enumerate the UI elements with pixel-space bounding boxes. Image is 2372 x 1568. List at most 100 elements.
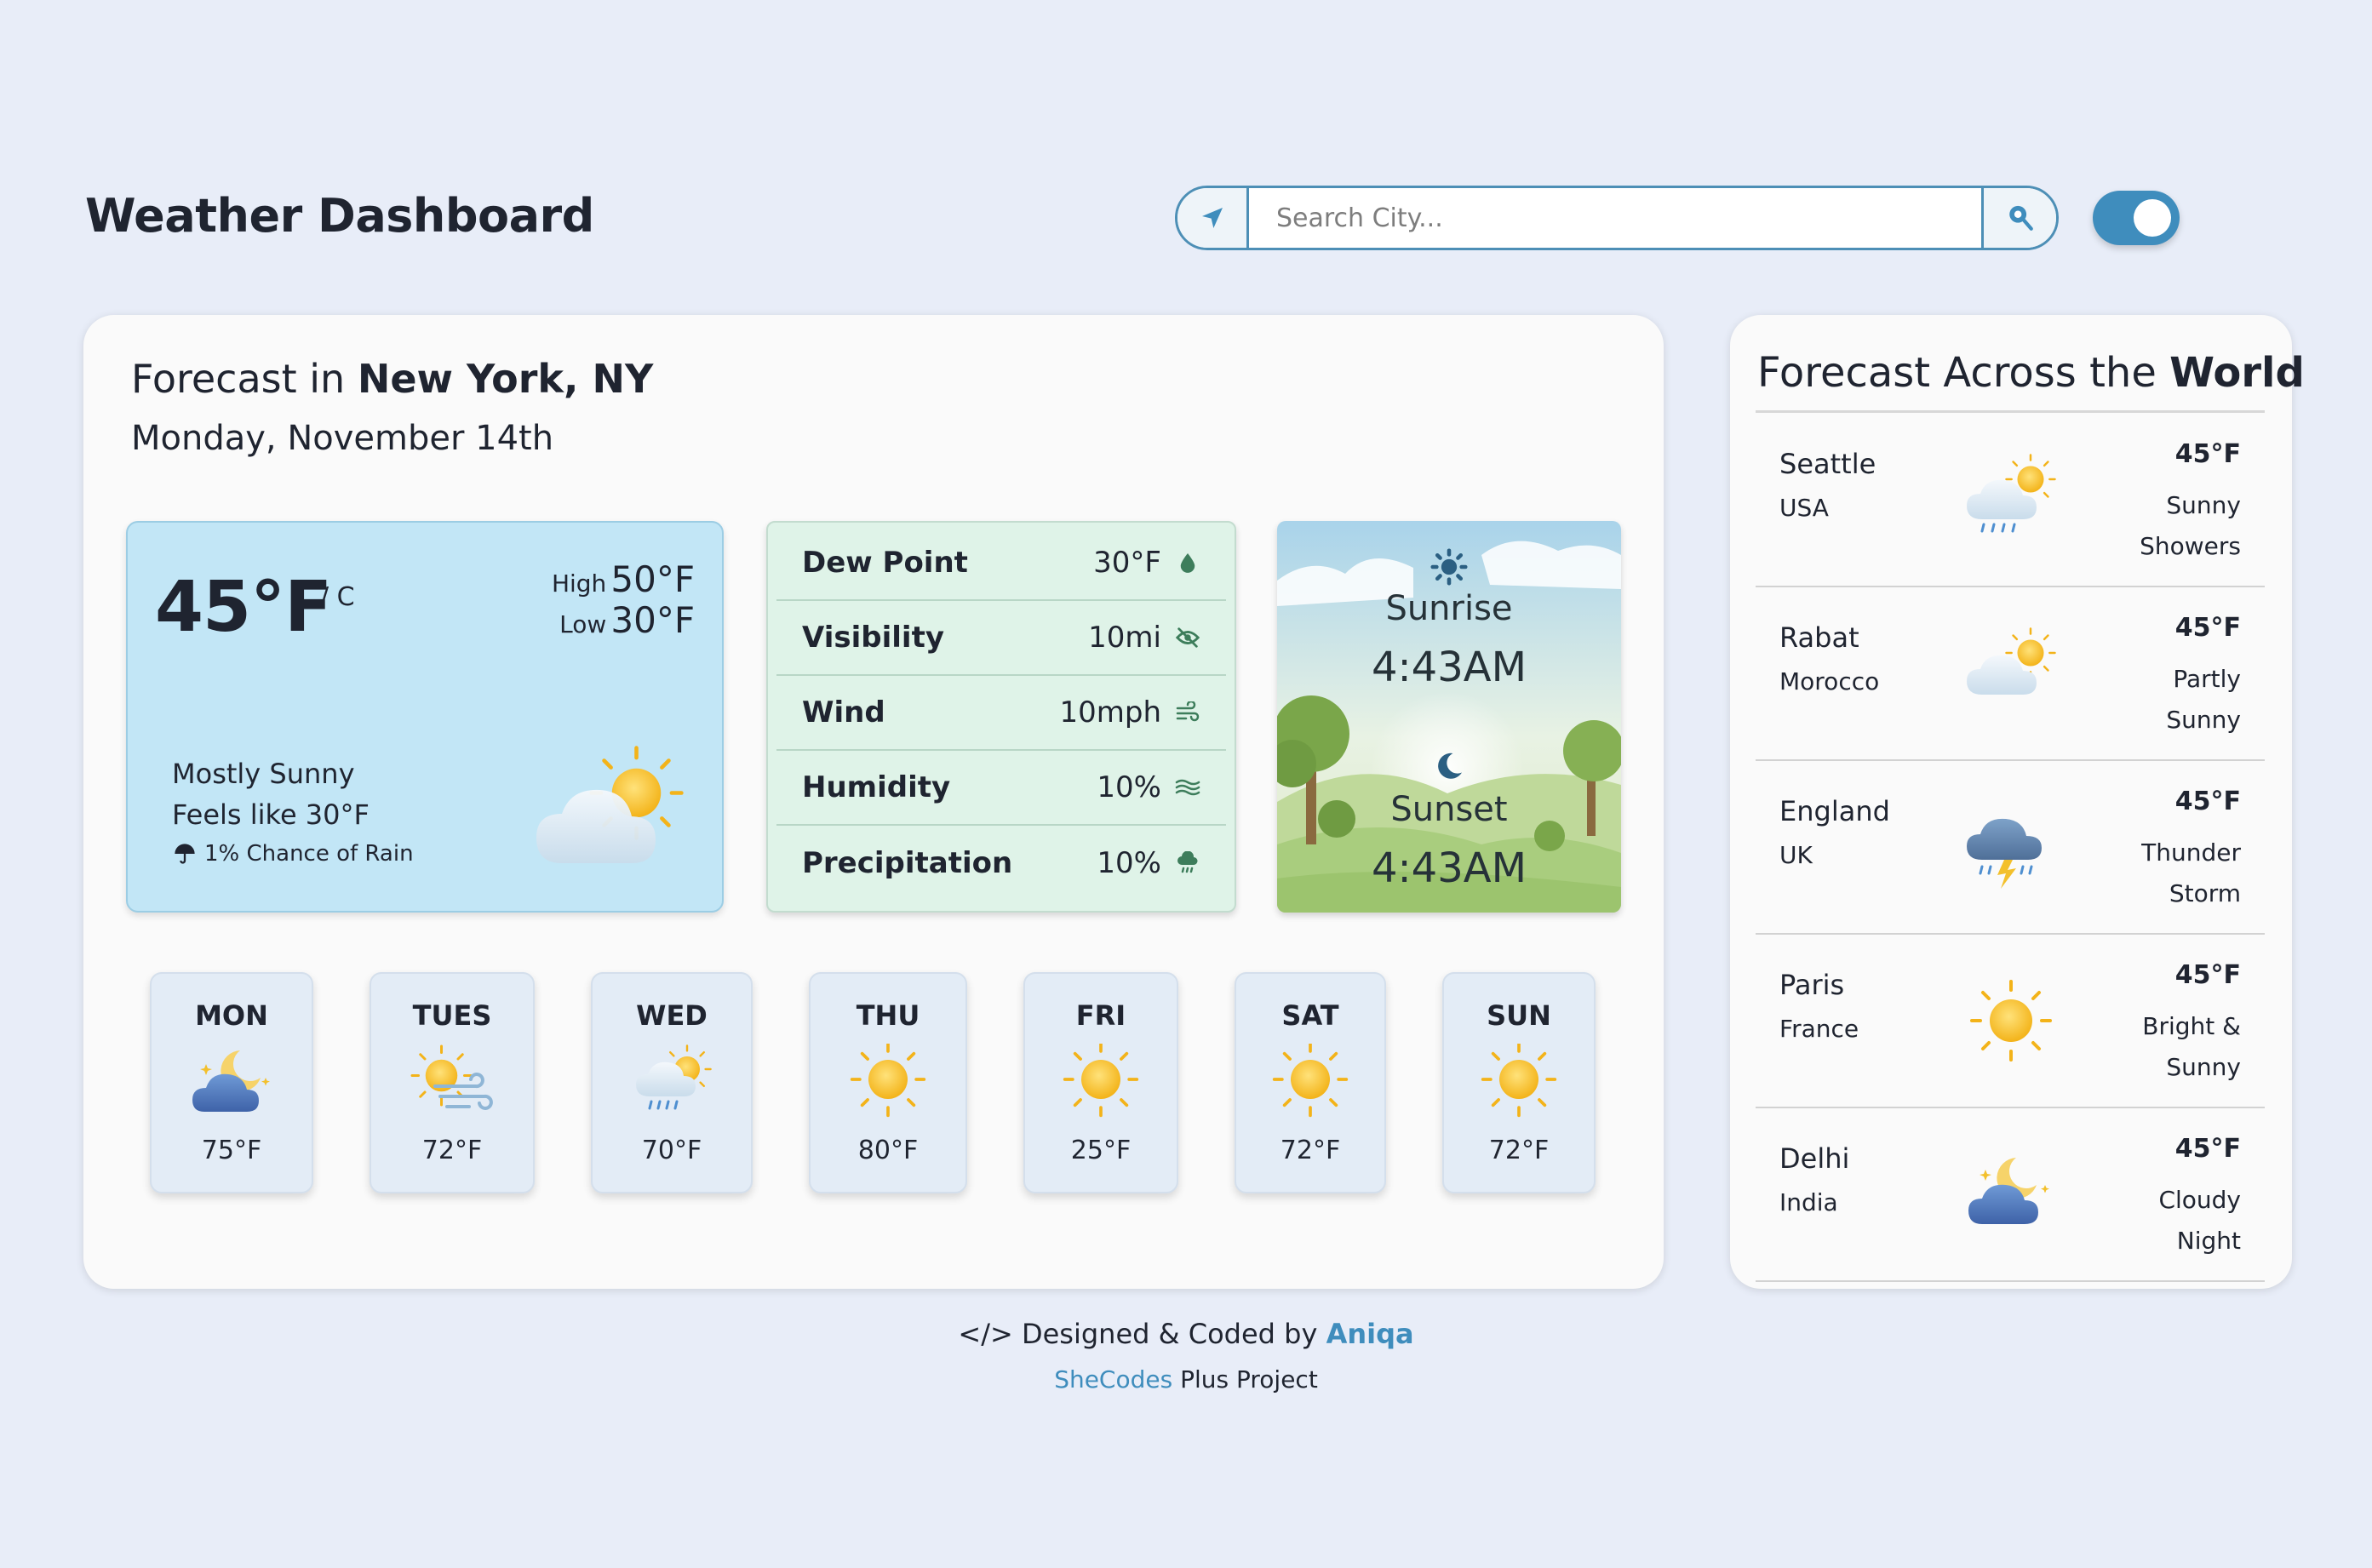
city-row-england[interactable]: England UK 45°F Thunder Storm	[1756, 761, 2265, 935]
day-card-sun[interactable]: SUN 72°F	[1442, 972, 1596, 1193]
droplet-icon	[1175, 550, 1200, 575]
day-card-mon[interactable]: MON 75°F	[150, 972, 313, 1193]
partly-sunny-icon	[536, 735, 698, 863]
day-temp: 72°F	[1488, 1136, 1550, 1165]
city-desc-line: Thunder	[2141, 838, 2241, 867]
sun-icon	[1481, 1044, 1557, 1118]
city-country: France	[1779, 1015, 1859, 1043]
day-card-sat[interactable]: SAT 72°F	[1235, 972, 1386, 1193]
city-name: Delhi	[1779, 1142, 1850, 1175]
details-card: Dew Point 30°F Visibility 10mi Wind 10mp…	[766, 521, 1236, 913]
sunset-label: Sunset	[1390, 790, 1508, 829]
city-temp: 45°F	[2174, 787, 2241, 816]
city-row-paris[interactable]: Paris France 45°F Bright & Sunny	[1756, 935, 2265, 1108]
city-row-seattle[interactable]: Seattle USA 45°F Sunny Showers	[1756, 414, 2265, 587]
day-name: SAT	[1281, 999, 1339, 1032]
world-heading-prefix: Forecast Across the	[1757, 349, 2157, 397]
high-temp: 50°F	[610, 558, 695, 600]
low-temp-row: Low 30°F	[559, 599, 695, 641]
forecast-heading-prefix: Forecast in	[131, 356, 346, 402]
search-input[interactable]	[1249, 188, 1981, 248]
city-description: Bright & Sunny	[2054, 1006, 2241, 1088]
city-country: India	[1779, 1188, 1838, 1216]
day-name: SUN	[1487, 999, 1551, 1032]
city-country: Morocco	[1779, 667, 1880, 695]
day-temp: 25°F	[1070, 1136, 1132, 1165]
umbrella-icon	[175, 844, 195, 864]
current-location-button[interactable]	[1177, 188, 1249, 248]
city-temp: 45°F	[2174, 960, 2241, 990]
city-desc-line: Showers	[2140, 532, 2241, 560]
footer-project-text: Plus Project	[1180, 1365, 1318, 1393]
city-temp: 45°F	[2174, 439, 2241, 469]
city-desc-line: Sunny	[2166, 1053, 2241, 1081]
city-desc-line: Storm	[2169, 879, 2241, 907]
city-desc-line: Sunny	[2166, 706, 2241, 734]
high-temp-row: High 50°F	[552, 558, 695, 600]
day-card-thu[interactable]: THU 80°F	[809, 972, 967, 1193]
forecast-heading: Forecast in New York, NY	[131, 356, 653, 402]
detail-value: 30°F	[1093, 546, 1161, 580]
city-country: UK	[1779, 841, 1813, 869]
current-condition: Mostly Sunny	[172, 758, 355, 790]
low-label: Low	[559, 610, 607, 638]
cloud-rain-icon	[1175, 850, 1200, 876]
day-card-wed[interactable]: WED 70°F	[591, 972, 753, 1193]
day-temp: 72°F	[421, 1136, 483, 1165]
city-desc-line: Night	[2176, 1227, 2241, 1255]
rain-chance: 1% Chance of Rain	[172, 841, 414, 867]
city-desc-line: Partly	[2173, 665, 2241, 693]
day-name: TUES	[412, 999, 492, 1032]
detail-row-humidity: Humidity 10%	[776, 751, 1226, 826]
current-temp: 45°F	[155, 567, 332, 648]
city-name: Rabat	[1779, 621, 1859, 654]
forecast-city: New York, NY	[357, 356, 654, 402]
sunrise-label: Sunrise	[1385, 589, 1513, 628]
city-name: Seattle	[1779, 448, 1876, 480]
day-temp: 80°F	[857, 1136, 919, 1165]
sun-icon	[1063, 1044, 1139, 1118]
detail-label: Visibility	[802, 621, 944, 655]
sun-icon	[850, 1044, 926, 1118]
unit-toggle-celsius[interactable]: / C	[320, 582, 355, 612]
sunrise-time: 4:43AM	[1371, 644, 1527, 691]
detail-row-visibility: Visibility 10mi	[776, 601, 1226, 676]
search-button[interactable]	[1981, 188, 2056, 248]
day-name: WED	[636, 999, 708, 1032]
humidity-icon	[1175, 775, 1200, 800]
location-arrow-icon	[1201, 208, 1223, 228]
city-description: Cloudy Night	[2054, 1180, 2241, 1262]
current-weather-card: 45°F / C High 50°F Low 30°F Mostly Sunny…	[126, 521, 724, 913]
city-description: Sunny Showers	[2054, 485, 2241, 567]
detail-label: Humidity	[802, 770, 951, 804]
day-name: FRI	[1075, 999, 1126, 1032]
divider	[1756, 410, 2265, 413]
city-description: Partly Sunny	[2054, 659, 2241, 741]
footer-project: SheCodes Plus Project	[0, 1365, 2372, 1393]
author-link[interactable]: Aniqa	[1326, 1318, 1414, 1350]
detail-value: 10mi	[1088, 621, 1161, 655]
thunderstorm-icon	[1967, 818, 2042, 889]
shecodes-link[interactable]: SheCodes	[1054, 1365, 1172, 1393]
city-desc-line: Cloudy	[2158, 1186, 2241, 1214]
theme-toggle[interactable]	[2093, 191, 2180, 245]
detail-label: Precipitation	[802, 846, 1013, 880]
footer-credit: </> Designed & Coded by Aniqa	[0, 1318, 2372, 1350]
day-temp: 72°F	[1280, 1136, 1341, 1165]
sun-rain-icon	[636, 1044, 712, 1110]
detail-value: 10%	[1097, 770, 1161, 804]
rain-chance-text: 1% Chance of Rain	[204, 841, 414, 867]
city-row-rabat[interactable]: Rabat Morocco 45°F Partly Sunny	[1756, 587, 2265, 761]
world-heading-bold: World	[2169, 349, 2305, 397]
forecast-date: Monday, November 14th	[131, 419, 554, 458]
day-card-tues[interactable]: TUES 72°F	[370, 972, 535, 1193]
day-name: THU	[856, 999, 920, 1032]
city-row-delhi[interactable]: Delhi India 45°F Cloudy Night	[1756, 1108, 2265, 1282]
detail-label: Dew Point	[802, 546, 968, 580]
day-card-fri[interactable]: FRI 25°F	[1023, 972, 1178, 1193]
detail-value: 10%	[1097, 846, 1161, 880]
partly-sunny-icon	[1967, 627, 2056, 695]
city-name: England	[1779, 795, 1890, 827]
moon-icon	[1438, 753, 1462, 779]
city-temp: 45°F	[2174, 613, 2241, 643]
